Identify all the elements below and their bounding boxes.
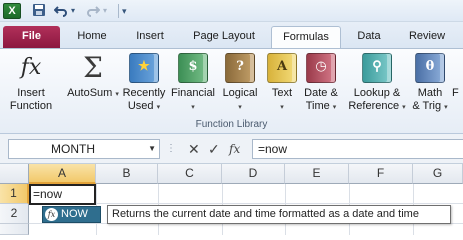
column-header-e[interactable]: E (285, 164, 349, 184)
logical-button[interactable]: ? Logical ▾ (219, 53, 261, 114)
more-functions-button[interactable]: F (452, 53, 463, 100)
redo-dropdown-icon[interactable]: ▾ (103, 3, 107, 19)
cancel-icon[interactable]: ✕ (188, 141, 200, 157)
tab-page-layout[interactable]: Page Layout (182, 26, 266, 48)
column-header-d[interactable]: D (222, 164, 285, 184)
financial-button[interactable]: $ Financial ▾ (168, 53, 218, 114)
formula-bar: MONTH ▼ ⋮ ✕ ✓ fx =now (0, 134, 463, 164)
undo-icon[interactable] (53, 3, 68, 19)
column-header-c[interactable]: C (158, 164, 222, 184)
insert-function-fx-icon[interactable]: fx (229, 141, 240, 157)
column-header-b[interactable]: B (96, 164, 158, 184)
worksheet-grid: A B C D E F G 1 2 =now (0, 164, 463, 235)
chevron-down-icon: ▾ (115, 91, 119, 98)
tab-file[interactable]: File (3, 26, 60, 48)
book-clock-icon: ◷ (306, 53, 336, 83)
chevron-down-icon: ▾ (238, 104, 242, 111)
function-icon: fx (45, 208, 58, 221)
column-header-f[interactable]: F (349, 164, 413, 184)
book-search-icon: ⚲ (362, 53, 392, 83)
tab-home[interactable]: Home (66, 26, 118, 48)
date-time-button[interactable]: ◷ Date & Time ▾ (301, 53, 341, 114)
undo-dropdown-icon[interactable]: ▾ (71, 3, 75, 19)
book-money-icon: $ (178, 53, 208, 83)
tab-data[interactable]: Data (345, 26, 393, 48)
function-tooltip: Returns the current date and time format… (107, 205, 451, 224)
enter-check-icon[interactable]: ✓ (208, 141, 220, 157)
chevron-down-icon: ▾ (444, 104, 448, 111)
chevron-down-icon: ▾ (156, 104, 161, 111)
book-star-icon: ★ (129, 53, 159, 83)
customize-toolbar-icon[interactable]: ▾ (122, 3, 127, 19)
ribbon-formulas: fx Insert Function Σ AutoSum ▾ ★ Recentl… (0, 48, 463, 134)
chevron-down-icon[interactable]: ▼ (148, 140, 156, 158)
column-header-a[interactable]: A (29, 164, 96, 184)
book-question-icon: ? (225, 53, 255, 83)
row-header-3[interactable] (0, 224, 29, 235)
row-header-1[interactable]: 1 (0, 184, 29, 204)
recently-used-button[interactable]: ★ Recently Used ▾ (120, 53, 168, 114)
function-library-group-label: Function Library (195, 119, 268, 130)
tab-insert[interactable]: Insert (122, 26, 178, 48)
save-icon[interactable] (32, 3, 46, 19)
lookup-reference-button[interactable]: ⚲ Lookup & Reference ▾ (348, 53, 406, 114)
tab-formulas[interactable]: Formulas (271, 26, 341, 48)
active-cell-a1[interactable]: =now (29, 184, 96, 205)
excel-app-icon[interactable]: X (3, 3, 21, 19)
column-header-g[interactable]: G (413, 164, 463, 184)
select-all-corner[interactable] (0, 164, 29, 184)
redo-icon[interactable] (86, 3, 101, 19)
autocomplete-item-now[interactable]: fx NOW (42, 206, 101, 223)
chevron-down-icon: ▾ (191, 104, 195, 111)
chevron-down-icon: ▾ (402, 104, 406, 111)
autosum-button[interactable]: Σ AutoSum ▾ (66, 53, 120, 101)
insert-function-button[interactable]: fx Insert Function (6, 53, 56, 113)
formula-input[interactable]: =now (252, 139, 463, 159)
ribbon-tabs: File Home Insert Page Layout Formulas Da… (0, 22, 463, 48)
book-theta-icon: θ (415, 53, 445, 83)
book-a-icon: A (267, 53, 297, 83)
sigma-icon: Σ (83, 51, 103, 84)
tab-review[interactable]: Review (397, 26, 457, 48)
fx-icon: fx (20, 55, 42, 80)
name-box[interactable]: MONTH ▼ (8, 139, 160, 159)
chevron-down-icon: ▾ (280, 104, 284, 111)
formula-bar-grip-icon: ⋮ (166, 143, 176, 154)
toolbar-separator (118, 4, 119, 18)
quick-access-toolbar: X ▾ ▾ ▾ (0, 0, 463, 22)
row-header-2[interactable]: 2 (0, 204, 29, 224)
chevron-down-icon: ▾ (332, 104, 337, 111)
math-trig-button[interactable]: θ Math & Trig ▾ (410, 53, 450, 114)
text-button[interactable]: A Text ▾ (265, 53, 299, 114)
